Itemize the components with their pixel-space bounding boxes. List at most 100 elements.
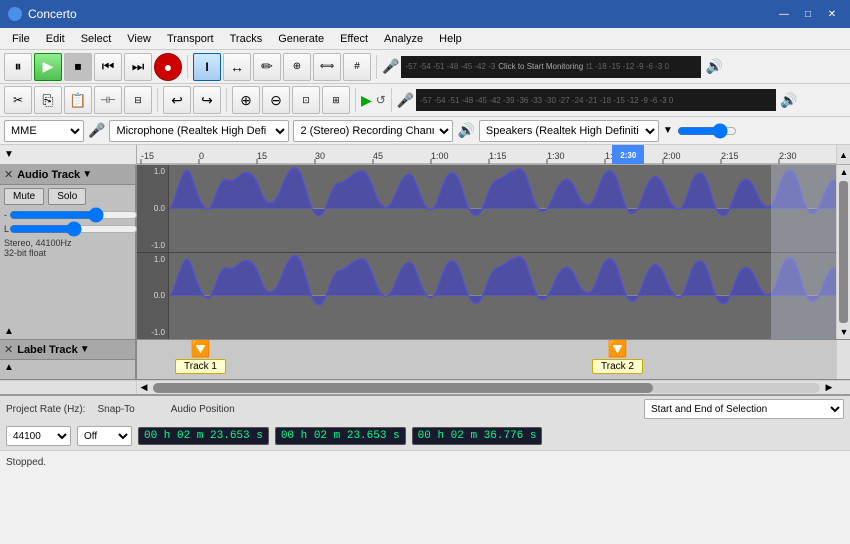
time-tool[interactable]: ⟺: [313, 53, 341, 81]
y-scale-0-0: 0.0: [137, 204, 168, 213]
status-text: Stopped.: [6, 457, 46, 468]
label-track-close[interactable]: ✕: [4, 343, 13, 356]
svg-text:0: 0: [199, 151, 204, 161]
device-row: MME 🎤 Microphone (Realtek High Defi 2 (S…: [0, 117, 850, 145]
hscrollbar[interactable]: [153, 383, 820, 393]
speaker-icon: 🔊: [705, 58, 722, 75]
waveform-canvas[interactable]: [169, 165, 836, 339]
hscrollbar-row: ◀ ▶: [0, 380, 850, 394]
snap-to-label: Snap-To: [97, 404, 134, 415]
vscrollbar-track: ▲ ▼: [836, 165, 850, 339]
collapse-btn[interactable]: ▲: [4, 326, 14, 337]
draw-tool[interactable]: ✏: [253, 53, 281, 81]
vu-meter-bottom[interactable]: -57 -54 -51 -48 -45 -42 -39 -36 -33 -30 …: [416, 89, 776, 111]
zoom-out-button[interactable]: ⊖: [262, 86, 290, 114]
audio-track-menu-btn[interactable]: ▼: [82, 169, 92, 180]
menu-effect[interactable]: Effect: [332, 31, 376, 47]
paste-button[interactable]: 📋: [64, 86, 92, 114]
output-volume-slider[interactable]: [677, 124, 737, 138]
zoom-tool[interactable]: ⊕: [283, 53, 311, 81]
solo-button[interactable]: Solo: [48, 188, 86, 205]
channel-divider: [169, 252, 836, 253]
menu-select[interactable]: Select: [73, 31, 120, 47]
api-select[interactable]: MME: [4, 120, 84, 142]
close-button[interactable]: ✕: [822, 4, 842, 24]
menu-transport[interactable]: Transport: [159, 31, 222, 47]
silence-button[interactable]: ⊟: [124, 86, 152, 114]
pause-button[interactable]: ⏸: [4, 53, 32, 81]
zoom-in-button[interactable]: ⊕: [232, 86, 260, 114]
pan-slider[interactable]: [9, 224, 138, 234]
volume-slider[interactable]: [9, 210, 138, 220]
ibeam-tool[interactable]: I: [193, 53, 221, 81]
project-rate-label: Project Rate (Hz):: [6, 404, 85, 415]
prev-button[interactable]: ⏮: [94, 53, 122, 81]
record-button[interactable]: ●: [154, 53, 182, 81]
label-vscroll-stub: [836, 340, 850, 379]
channels-select[interactable]: 2 (Stereo) Recording Channels: [293, 120, 453, 142]
zoom-fit-button[interactable]: ⊞: [322, 86, 350, 114]
label-track-collapse[interactable]: ▲: [4, 362, 14, 373]
cursor-position-indicator[interactable]: 2:30: [612, 145, 644, 164]
menu-view[interactable]: View: [119, 31, 159, 47]
menu-file[interactable]: File: [4, 31, 38, 47]
label-track-menu-btn[interactable]: ▼: [80, 344, 90, 355]
sep6: [391, 88, 392, 112]
timeline-ruler-row: ▼ 2:30 -15 0 15 30 45 1:00 1:15 1:30 1:4…: [0, 145, 850, 165]
vscroll-up-arrow[interactable]: ▲: [836, 145, 850, 164]
hscrollbar-thumb[interactable]: [153, 383, 653, 393]
track-area-wrapper: ✕ Audio Track ▼ Mute Solo - + L: [0, 165, 850, 394]
menu-analyze[interactable]: Analyze: [376, 31, 431, 47]
vu-meter-top[interactable]: -57 -54 -51 -48 -45 -42 -3 Click to Star…: [401, 56, 701, 78]
project-rate-select[interactable]: 44100: [6, 426, 71, 446]
multi-tool[interactable]: #: [343, 53, 371, 81]
click-monitor-label[interactable]: Click to Start Monitoring: [498, 62, 583, 71]
audio-track-panel: ✕ Audio Track ▼ Mute Solo - + L: [0, 165, 137, 339]
zoom-sel-button[interactable]: ⊡: [292, 86, 320, 114]
y-scale-n1-1: -1.0: [137, 328, 168, 337]
audio-pos-display-2[interactable]: 00 h 02 m 23.653 s: [275, 427, 406, 445]
hscroll-left-arrow[interactable]: ◀: [137, 381, 151, 395]
output-device-select[interactable]: Speakers (Realtek High Definiti: [479, 120, 659, 142]
undo-button[interactable]: ↩: [163, 86, 191, 114]
selection-controls: Start and End of Selection: [241, 399, 844, 419]
app-icon: [8, 7, 22, 21]
minimize-button[interactable]: —: [774, 4, 794, 24]
menu-generate[interactable]: Generate: [270, 31, 332, 47]
label-pin-1: 🔽: [191, 342, 211, 358]
timeline-dropdown-icon[interactable]: ▼: [4, 149, 14, 160]
audio-pos-display-1[interactable]: 00 h 02 m 23.653 s: [138, 427, 269, 445]
waveform-area[interactable]: 1.0 0.0 -1.0 1.0 0.0 -1.0: [137, 165, 836, 339]
maximize-button[interactable]: □: [798, 4, 818, 24]
menu-edit[interactable]: Edit: [38, 31, 73, 47]
svg-text:45: 45: [373, 151, 383, 161]
select-tool[interactable]: ↔: [223, 53, 251, 81]
next-button[interactable]: ⏭: [124, 53, 152, 81]
menu-help[interactable]: Help: [431, 31, 470, 47]
vscroll-up[interactable]: ▲: [837, 165, 850, 179]
stop-button[interactable]: ⏹: [64, 53, 92, 81]
trim-button[interactable]: ⊣⊢: [94, 86, 122, 114]
hscroll-right-arrow[interactable]: ▶: [822, 381, 836, 395]
label-text-2: Track 2: [601, 361, 634, 372]
channel2-waveform: [169, 252, 836, 339]
copy-button[interactable]: ⎘: [34, 86, 62, 114]
y-scale-1-0: 1.0: [137, 165, 168, 176]
cursor-pos-label: 2:30: [620, 151, 636, 160]
label-text-1: Track 1: [184, 361, 217, 372]
titlebar-controls[interactable]: — □ ✕: [774, 4, 842, 24]
cut-button[interactable]: ✂: [4, 86, 32, 114]
vscroll-thumb[interactable]: [839, 181, 848, 323]
vscroll-down[interactable]: ▼: [837, 325, 850, 339]
input-device-select[interactable]: Microphone (Realtek High Defi: [109, 120, 289, 142]
label-track-canvas[interactable]: 🔽 Track 1 🔽 Track 2: [137, 340, 836, 379]
svg-text:-15: -15: [141, 151, 154, 161]
audio-pos-display-3[interactable]: 00 h 02 m 36.776 s: [412, 427, 543, 445]
snap-to-select[interactable]: Off: [77, 426, 132, 446]
redo-button[interactable]: ↪: [193, 86, 221, 114]
selection-type-select[interactable]: Start and End of Selection: [644, 399, 844, 419]
play-button[interactable]: ▶: [34, 53, 62, 81]
menu-tracks[interactable]: Tracks: [222, 31, 271, 47]
mute-button[interactable]: Mute: [4, 188, 44, 205]
audio-track-close[interactable]: ✕: [4, 168, 13, 181]
